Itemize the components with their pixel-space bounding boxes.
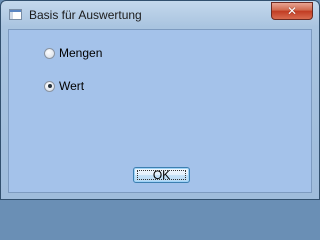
radio-option-mengen[interactable]: Mengen <box>44 46 102 60</box>
radio-label-mengen: Mengen <box>59 46 103 60</box>
radio-button-mengen[interactable] <box>44 47 55 59</box>
radio-label-wert: Wert <box>59 79 85 93</box>
dialog-client-area: Mengen Wert OK <box>8 29 312 193</box>
close-icon: ✕ <box>286 4 298 18</box>
dialog-window: Basis für Auswertung ✕ Mengen Wert OK <box>0 0 320 200</box>
window-icon <box>9 9 22 20</box>
title-bar[interactable]: Basis für Auswertung ✕ <box>1 1 319 29</box>
ok-button-label: OK <box>152 168 171 182</box>
close-button[interactable]: ✕ <box>271 2 313 20</box>
window-title: Basis für Auswertung <box>29 8 142 22</box>
radio-button-wert[interactable] <box>44 80 55 92</box>
ok-button[interactable]: OK <box>133 167 190 183</box>
radio-option-wert[interactable]: Wert <box>44 79 84 93</box>
